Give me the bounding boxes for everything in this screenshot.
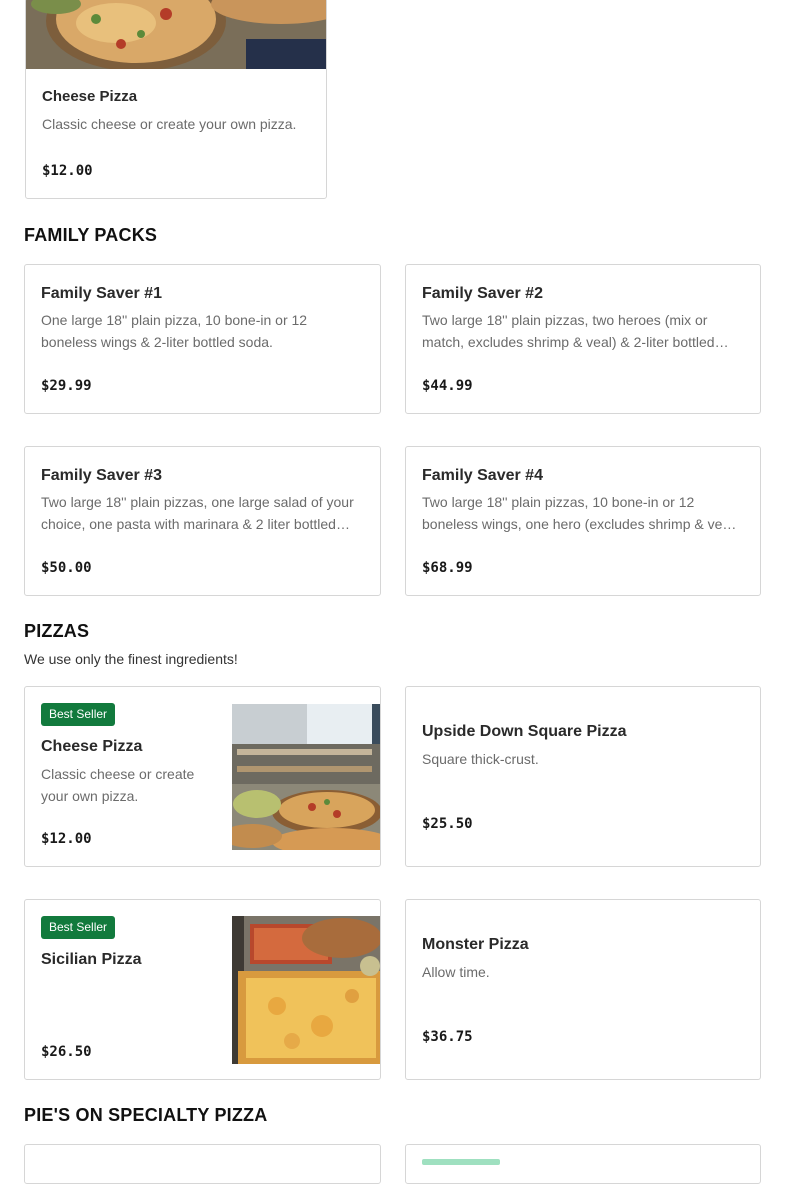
- menu-item-card[interactable]: Family Saver #4 Two large 18'' plain piz…: [405, 446, 761, 596]
- best-seller-badge: Best Seller: [41, 916, 116, 939]
- item-title: Upside Down Square Pizza: [422, 723, 627, 740]
- item-price: $68.99: [422, 560, 473, 576]
- item-price: $36.75: [422, 1029, 473, 1045]
- item-title: Family Saver #2: [422, 285, 543, 302]
- item-price: $12.00: [42, 163, 93, 179]
- item-title: Sicilian Pizza: [41, 951, 142, 968]
- menu-item-card[interactable]: [24, 1144, 381, 1184]
- section-heading-family-packs: FAMILY PACKS: [24, 225, 158, 245]
- menu-item-card[interactable]: Family Saver #3 Two large 18'' plain piz…: [24, 446, 381, 596]
- cheese-pizza-photo: [232, 704, 380, 850]
- item-title: Family Saver #3: [41, 467, 162, 484]
- sicilian-pizza-photo: [232, 916, 380, 1064]
- menu-item-card[interactable]: Family Saver #2 Two large 18'' plain piz…: [405, 264, 761, 414]
- section-heading-pizzas: PIZZAS: [24, 621, 90, 641]
- item-description: Allow time.: [422, 964, 490, 980]
- item-description: Classic cheese or create your own pizza.: [42, 116, 297, 132]
- menu-item-card[interactable]: Family Saver #1 One large 18'' plain piz…: [24, 264, 381, 414]
- menu-item-card[interactable]: [405, 1144, 761, 1184]
- badge-partial: [422, 1159, 500, 1165]
- item-price: $26.50: [41, 1044, 92, 1060]
- item-title: Family Saver #4: [422, 467, 543, 484]
- item-price: $50.00: [41, 560, 92, 576]
- item-description: Two large 18'' plain pizzas, one large s…: [41, 494, 354, 532]
- item-description: Two large 18'' plain pizzas, 10 bone-in …: [422, 494, 738, 532]
- item-title: Cheese Pizza: [42, 88, 138, 105]
- menu-item-card[interactable]: Upside Down Square Pizza Square thick-cr…: [405, 686, 761, 867]
- section-heading-specialty: PIE'S ON SPECIALTY PIZZA: [24, 1105, 268, 1125]
- menu-item-card[interactable]: Monster Pizza Allow time. $36.75: [405, 899, 761, 1080]
- item-price: $25.50: [422, 816, 473, 832]
- item-price: $44.99: [422, 378, 473, 394]
- menu-item-card[interactable]: Cheese Pizza Classic cheese or create yo…: [25, 0, 327, 199]
- item-title: Monster Pizza: [422, 936, 529, 953]
- item-description: Two large 18'' plain pizzas, two heroes …: [422, 312, 715, 350]
- item-price: $29.99: [41, 378, 92, 394]
- item-title: Family Saver #1: [41, 285, 162, 302]
- best-seller-badge: Best Seller: [41, 703, 116, 726]
- section-subtitle: We use only the finest ingredients!: [24, 651, 238, 667]
- cheese-pizza-photo: [26, 0, 326, 69]
- item-description: One large 18'' plain pizza, 10 bone-in o…: [41, 312, 308, 350]
- item-title: Cheese Pizza: [41, 738, 143, 755]
- item-price: $12.00: [41, 831, 92, 847]
- item-description: Classic cheese or create your own pizza.: [41, 766, 195, 804]
- item-description: Square thick-crust.: [422, 751, 539, 767]
- menu-item-card[interactable]: Best Seller Sicilian Pizza $26.50: [24, 899, 381, 1080]
- menu-item-card[interactable]: Best Seller Cheese Pizza Classic cheese …: [24, 686, 381, 867]
